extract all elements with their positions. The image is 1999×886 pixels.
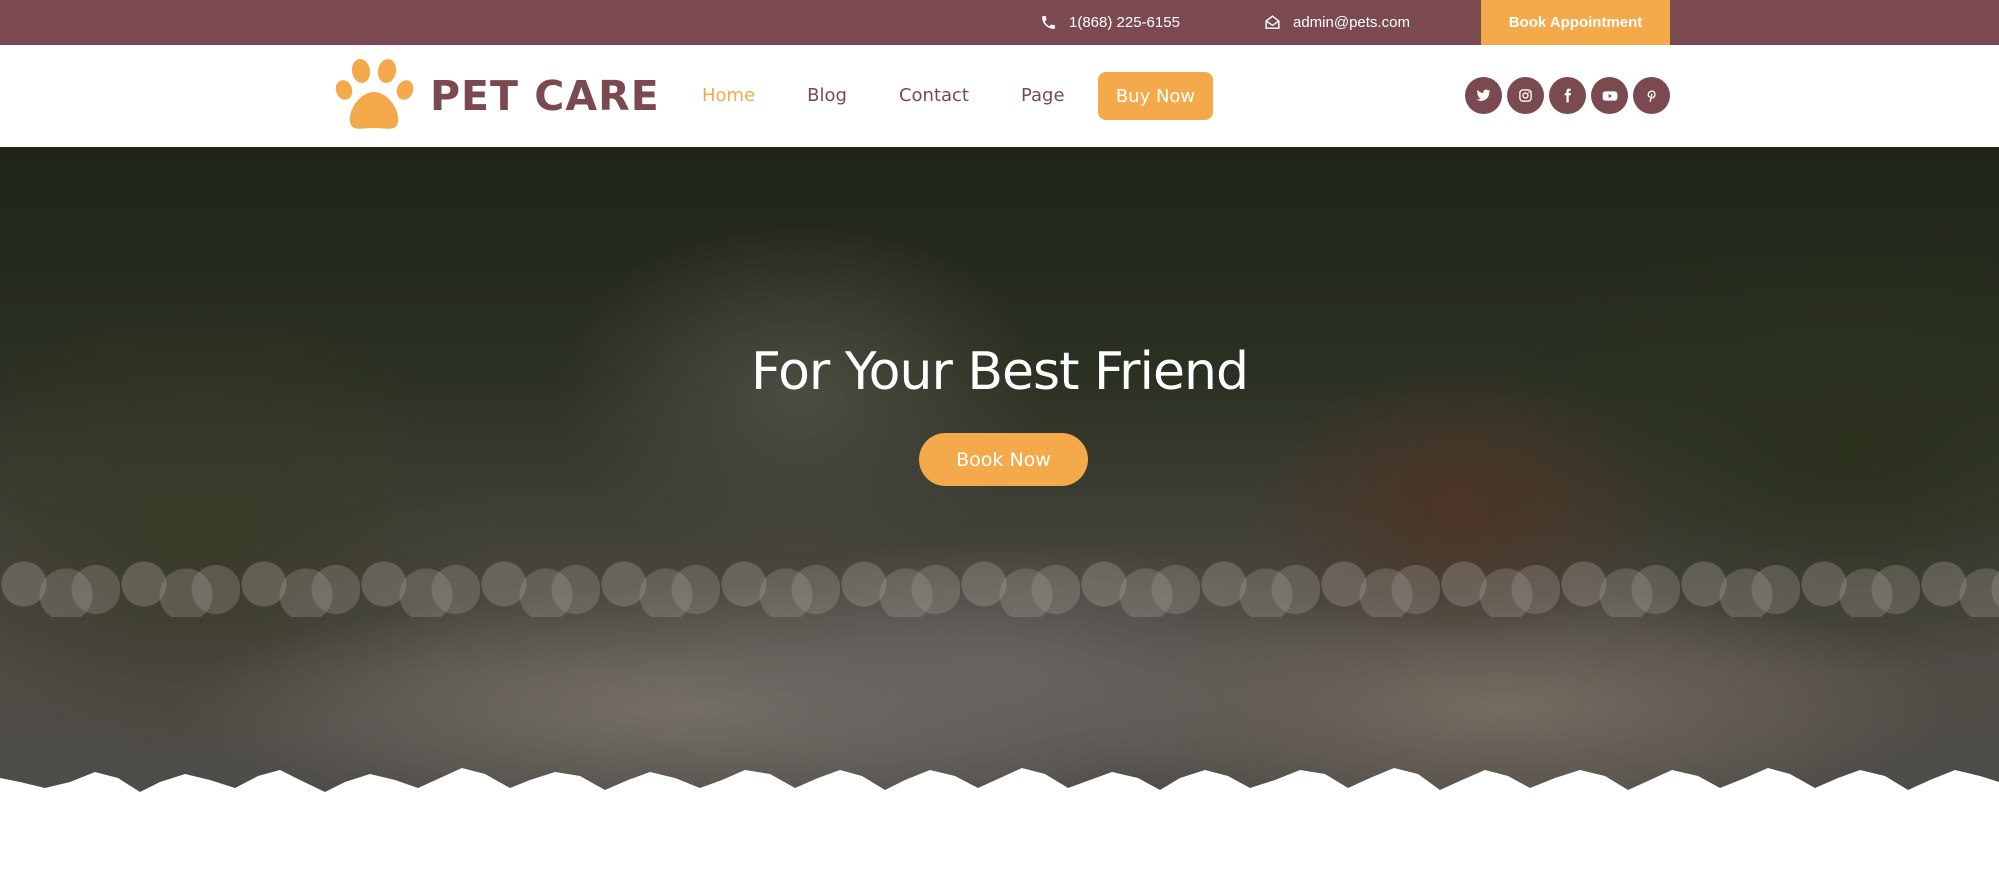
book-now-button[interactable]: Book Now xyxy=(919,433,1088,486)
email-contact[interactable]: admin@pets.com xyxy=(1264,0,1410,45)
nav-item-blog[interactable]: Blog xyxy=(807,72,847,120)
hero-section: For Your Best Friend Book Now xyxy=(0,147,1999,807)
buy-now-button[interactable]: Buy Now xyxy=(1098,72,1213,120)
nav-item-home[interactable]: Home xyxy=(702,72,755,120)
content-area xyxy=(0,807,1999,886)
phone-contact[interactable]: 1(868) 225-6155 xyxy=(1040,0,1180,45)
phone-icon xyxy=(1042,16,1055,29)
nav-item-contact[interactable]: Contact xyxy=(899,72,969,120)
instagram-link[interactable] xyxy=(1507,77,1544,114)
logo-text: PET CARE xyxy=(430,72,660,120)
hero-title: For Your Best Friend xyxy=(751,342,1249,402)
instagram-icon xyxy=(1519,89,1532,102)
logo[interactable]: PET CARE xyxy=(334,58,660,134)
email-address: admin@pets.com xyxy=(1293,14,1410,31)
paw-icon xyxy=(335,59,414,129)
twitter-icon xyxy=(1476,89,1491,101)
youtube-icon xyxy=(1602,90,1617,101)
main-nav: Home Blog Contact Page xyxy=(702,72,1117,120)
twitter-link[interactable] xyxy=(1465,77,1502,114)
top-bar: 1(868) 225-6155 admin@pets.com Book Appo… xyxy=(0,0,1999,45)
nav-item-page[interactable]: Page xyxy=(1021,72,1065,120)
youtube-link[interactable] xyxy=(1591,77,1628,114)
envelope-open-icon xyxy=(1265,15,1280,29)
torn-paper-divider xyxy=(0,768,1999,807)
facebook-link[interactable] xyxy=(1549,77,1586,114)
social-links xyxy=(1465,77,1675,114)
facebook-icon xyxy=(1564,88,1571,103)
pinterest-icon xyxy=(1647,90,1656,102)
phone-number: 1(868) 225-6155 xyxy=(1069,14,1180,31)
book-appointment-button[interactable]: Book Appointment xyxy=(1481,0,1670,45)
pinterest-link[interactable] xyxy=(1633,77,1670,114)
site-header: PET CARE Home Blog Contact Page Buy Now xyxy=(0,45,1999,147)
